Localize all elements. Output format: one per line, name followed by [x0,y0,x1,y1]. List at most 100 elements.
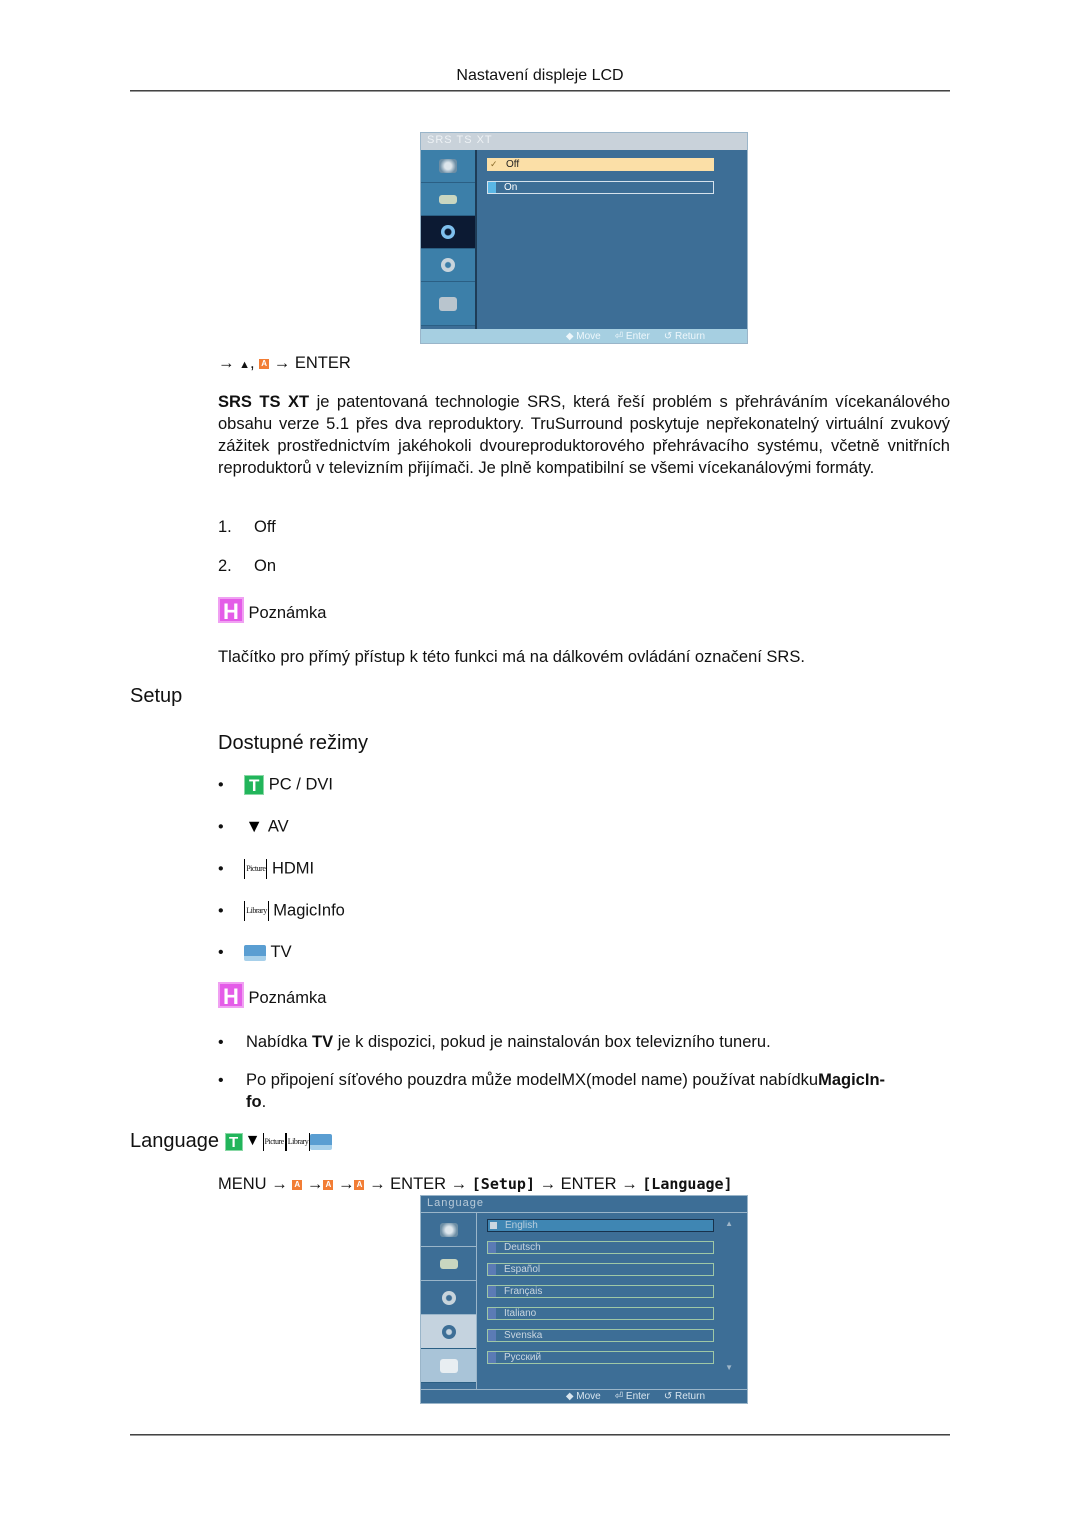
osd-option-label: Svenska [504,1330,543,1341]
mode-label: PC / DVI [268,775,333,794]
option-marker [488,1286,496,1297]
osd-title: Language [421,1196,747,1213]
osd-return-hint: ↺ Return [663,330,705,342]
bullet: • [218,818,224,836]
setup-gear-icon [441,258,455,272]
multi-control-icon [439,296,457,311]
osd-sidebar-setup[interactable] [421,249,475,282]
osd-option-deutsch[interactable]: Deutsch [487,1241,714,1254]
available-modes-heading: Dostupné režimy [218,732,369,754]
srs-term: SRS TS XT [218,393,310,411]
srs-navigation: → ▲, A → ENTER [218,352,351,376]
setup-note-1: • Nabídka TV je k dispozici, pokud je na… [218,1031,950,1054]
enter-text: ENTER [390,1175,447,1193]
mode-item-hdmi: • Picture HDMI [218,859,314,879]
arrow-text: → [369,1175,386,1193]
hdmi-icon: Picture [244,859,268,879]
osd-option-italiano[interactable]: Italiano [487,1307,714,1320]
srs-description: SRS TS XT je patentovaná technologie SRS… [218,391,950,479]
picture-icon [439,159,457,173]
multi-control-icon [439,1358,458,1373]
osd-move-hint: ◆ Move [565,330,601,342]
list-label: On [254,557,277,575]
osd-sidebar-multi[interactable] [421,1349,476,1383]
setup-heading: Setup [130,685,183,707]
osd-option-label: Italiano [504,1308,537,1319]
setup-label: [Setup] [471,1175,535,1193]
osd-sidebar-source[interactable] [421,1247,476,1281]
osd-option-off[interactable]: ✓ Off [487,158,714,171]
osd-sidebar [421,1213,477,1389]
srs-option-2: 2. On [218,557,276,576]
osd-sidebar-source[interactable] [421,183,475,216]
mode-item-av: • ▼ AV [218,817,289,837]
picture-icon [439,1222,458,1237]
option-marker [488,1330,496,1341]
osd-option-label: Español [504,1264,541,1275]
language-osd-menu: Language English Deutsch Español Françai… [420,1195,748,1404]
srs-osd-menu: SRS TS XT ✓ Off On ◆ Move ⏎ Enter ↺ Retur… [420,132,748,344]
setup-note-2: • Po připojení síťového pouzdra může mod… [218,1069,950,1111]
osd-sidebar-sound[interactable] [421,216,475,249]
setup-gear-icon [441,1324,456,1339]
osd-option-svenska[interactable]: Svenska [487,1329,714,1342]
footer-divider [130,1434,950,1436]
arrow-text: → [621,1175,638,1193]
osd-sidebar-sound[interactable] [421,1281,476,1315]
enter-text: → ENTER [273,354,351,372]
osd-sidebar-picture[interactable] [421,1213,476,1247]
language-navigation: MENU → A → A → A → ENTER → [Setup] → ENTER… [218,1173,733,1195]
list-number: 1. [218,518,232,536]
option-marker [488,182,496,193]
bullet: • [218,860,224,878]
osd-title: SRS TS XT [421,133,747,150]
mode-label: HDMI [271,859,315,878]
menu-text: MENU [218,1175,267,1193]
osd-return-hint: ↺ Return [663,1391,705,1402]
a-button-icon: A [292,1179,303,1190]
mode-label: MagicInfo [273,901,345,920]
setup-note-heading: H Poznámka [218,982,327,1009]
a-button-icon: A [323,1179,334,1190]
language-heading: Language T ▼ Picture Library [130,1130,333,1153]
av-icon: ▼ [245,816,264,836]
srs-note-text: Tlačítko pro přímý přístup k této funkci… [218,648,805,666]
note-label: Poznámka [248,989,327,1007]
arrow-text: → [539,1175,557,1193]
magicinfo-icon: Library [244,901,269,921]
osd-footer: ◆ Move ⏎ Enter ↺ Return [421,1389,747,1403]
osd-option-francais[interactable]: Français [487,1285,714,1298]
arrow-text: → [450,1175,468,1193]
check-icon: ✓ [490,159,498,169]
osd-move-hint: ◆ Move [565,1391,601,1402]
a-button-icon: A [354,1179,365,1190]
osd-enter-hint: ⏎ Enter [614,330,650,342]
osd-option-russian[interactable]: Русский [487,1351,714,1364]
osd-option-on[interactable]: On [487,181,714,194]
osd-option-label: Deutsch [504,1242,541,1253]
osd-footer: ◆ Move ⏎ Enter ↺ Return [421,329,747,343]
tv-icon [310,1133,333,1150]
note-icon: H [218,982,244,1009]
osd-option-espanol[interactable]: Español [487,1263,714,1276]
page-header-title: Nastavení displeje LCD [456,67,624,84]
bullet: • [218,776,224,794]
bullet: • [218,902,224,920]
osd-option-english[interactable]: English [487,1219,714,1232]
note-text: Nabídka [246,1033,313,1051]
bullet: • [218,1072,224,1089]
option-marker [488,1308,496,1319]
scroll-up-icon[interactable]: ▲ [725,1219,733,1228]
enter-text: ENTER [560,1175,617,1193]
osd-sidebar-multi[interactable] [421,282,475,326]
separator-text: , [249,354,255,372]
arrow-text: → [337,1175,355,1193]
sound-source-icon [439,194,457,204]
mode-item-pc-dvi: • T PC / DVI [218,775,333,795]
a-button-icon: A [259,358,270,369]
osd-sidebar-setup[interactable] [421,1315,476,1349]
note-text: . [261,1093,267,1111]
scroll-down-icon[interactable]: ▼ [725,1363,733,1372]
pc-dvi-icon: T [244,775,265,795]
osd-sidebar-picture[interactable] [421,150,475,183]
